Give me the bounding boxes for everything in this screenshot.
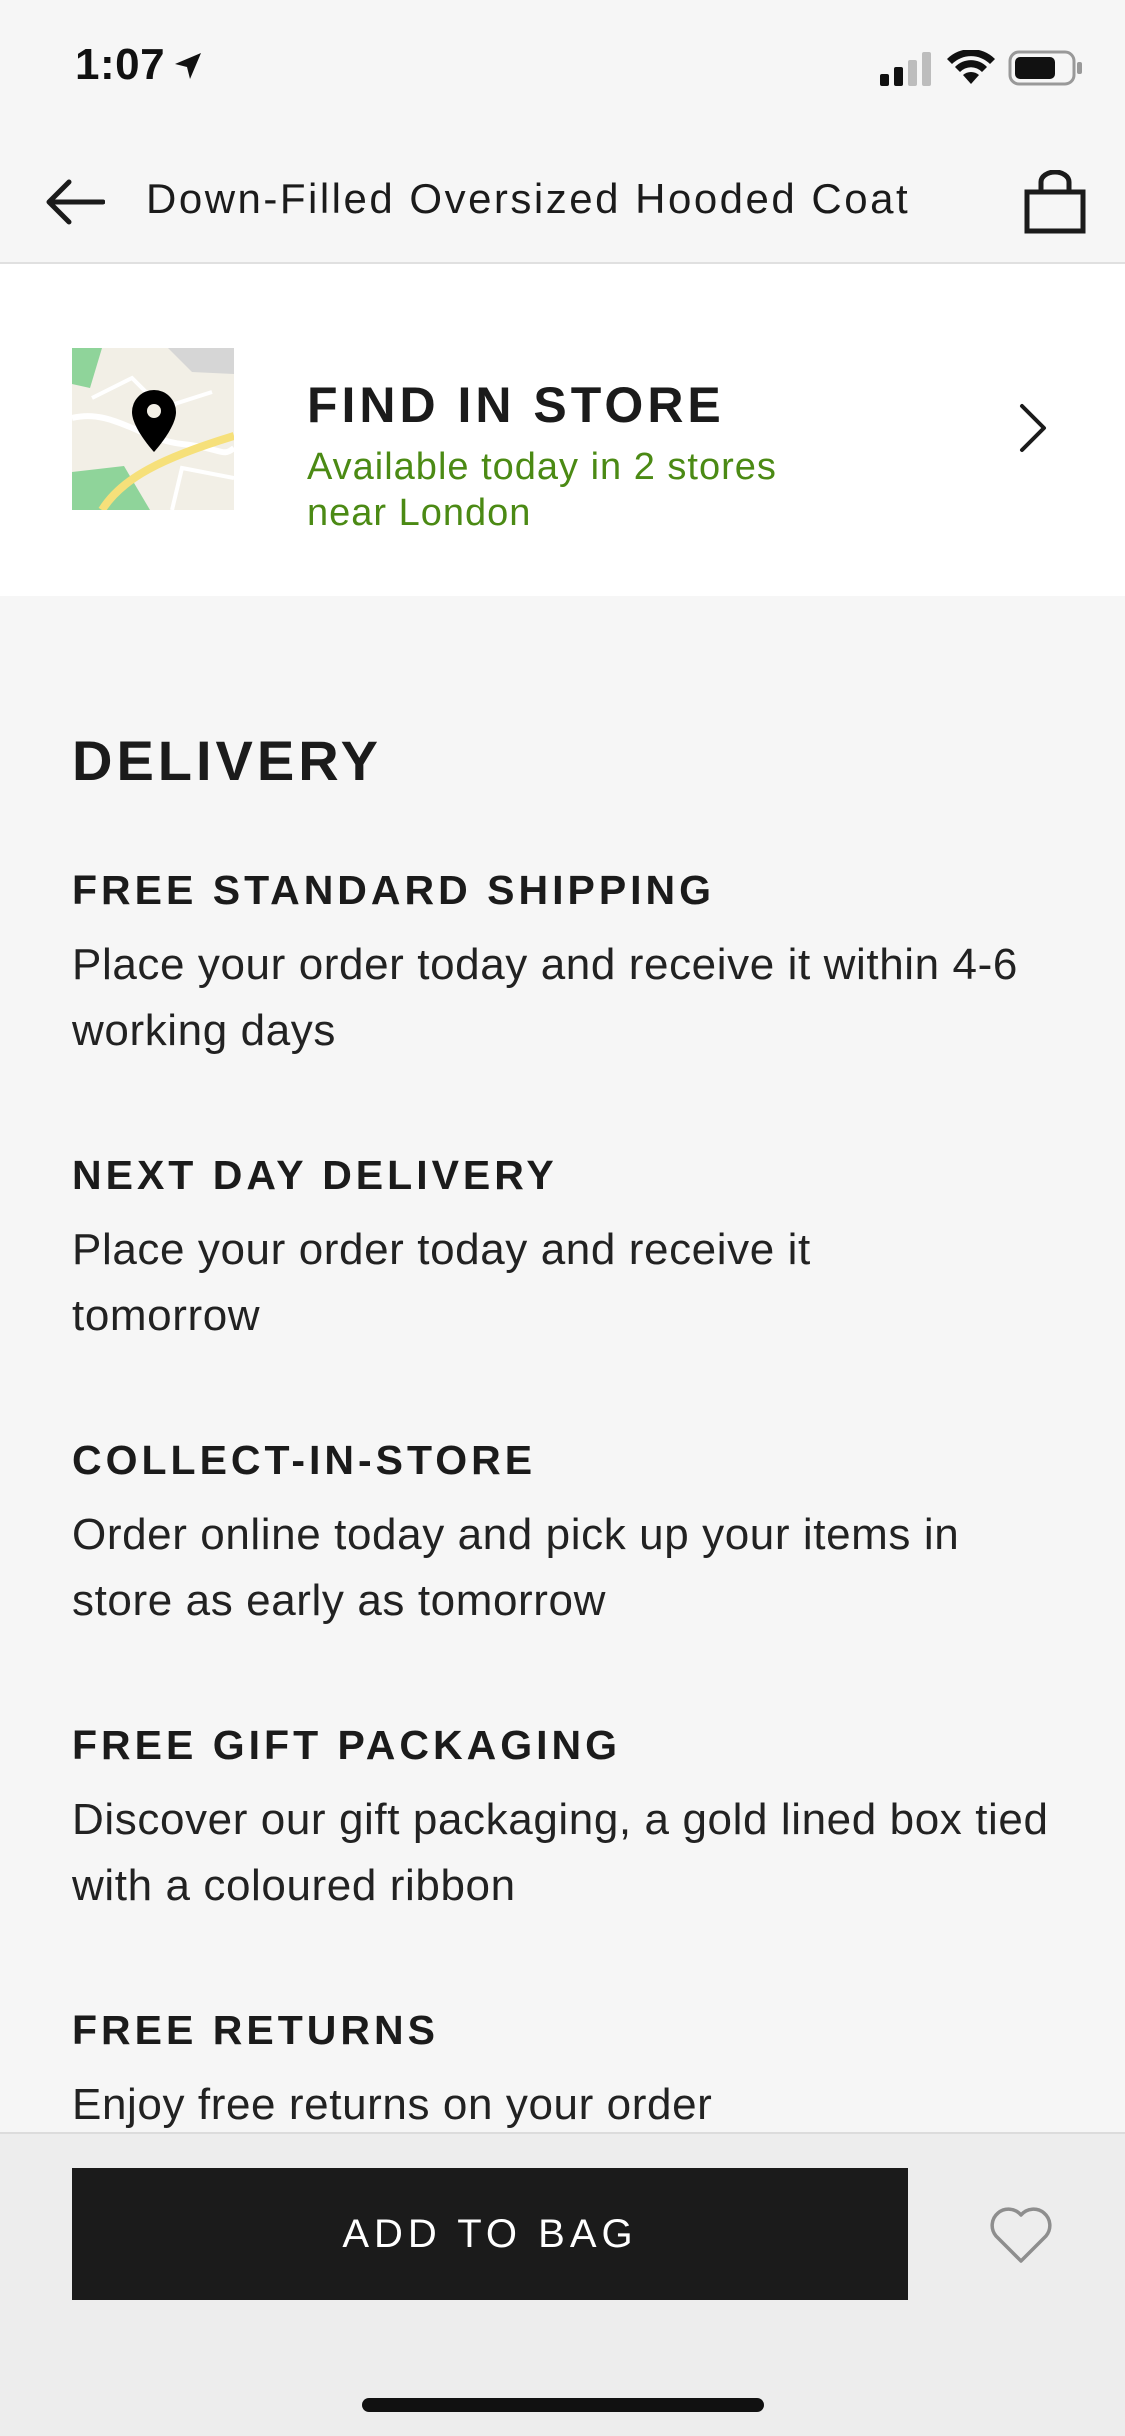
status-bar: 1:07 [0,0,1125,140]
delivery-option-description: Place your order today and receive it wi… [72,940,1018,1055]
delivery-heading: DELIVERY [72,729,382,792]
back-button[interactable] [38,166,110,238]
bottom-action-bar: ADD TO BAG [0,2132,1125,2436]
delivery-option-free-returns: FREE RETURNS Enjoy free returns on your … [72,2002,1072,2138]
delivery-option-title: COLLECT-IN-STORE [72,1437,537,1483]
find-in-store-title: FIND IN STORE [307,377,725,433]
cellular-signal-icon [880,52,931,86]
delivery-option-description: Enjoy free returns on your order [72,2080,713,2129]
delivery-option-description: Discover our gift packaging, a gold line… [72,1795,1049,1910]
delivery-option-description: Order online today and pick up your item… [72,1510,960,1625]
delivery-option-next-day: NEXT DAY DELIVERY Place your order today… [72,1147,1072,1349]
delivery-option-description: Place your order today and receive it to… [72,1225,811,1340]
shopping-bag-icon [1024,170,1086,234]
delivery-option-title: FREE STANDARD SHIPPING [72,867,716,913]
product-delivery-screen: 1:07 Down-Filled Oversized Hooded Coat F… [0,0,1125,2436]
map-icon [72,348,234,510]
wifi-icon [947,50,995,84]
delivery-option-title: FREE RETURNS [72,2007,439,2053]
delivery-option-standard-shipping: FREE STANDARD SHIPPING Place your order … [72,862,1072,1064]
delivery-option-title: NEXT DAY DELIVERY [72,1152,558,1198]
navigation-header: Down-Filled Oversized Hooded Coat [0,140,1125,264]
wishlist-button[interactable] [976,2190,1066,2280]
shopping-bag-button[interactable] [1015,162,1095,242]
heart-icon [990,2207,1052,2263]
status-time: 1:07 [75,40,166,89]
page-title: Down-Filled Oversized Hooded Coat [146,175,911,222]
location-arrow-icon [175,53,201,79]
battery-icon [1008,50,1082,86]
arrow-left-icon [46,179,105,225]
delivery-option-title: FREE GIFT PACKAGING [72,1722,622,1768]
home-indicator[interactable] [362,2398,764,2412]
add-to-bag-button[interactable]: ADD TO BAG [72,2168,908,2300]
store-map-thumbnail [72,348,234,510]
chevron-right-icon [1020,404,1046,452]
delivery-option-gift-packaging: FREE GIFT PACKAGING Discover our gift pa… [72,1717,1072,1919]
find-in-store-row[interactable]: FIND IN STORE Available today in 2 store… [0,264,1125,596]
store-availability-text: Available today in 2 stores near London [307,446,777,534]
delivery-option-collect-in-store: COLLECT-IN-STORE Order online today and … [72,1432,1072,1634]
